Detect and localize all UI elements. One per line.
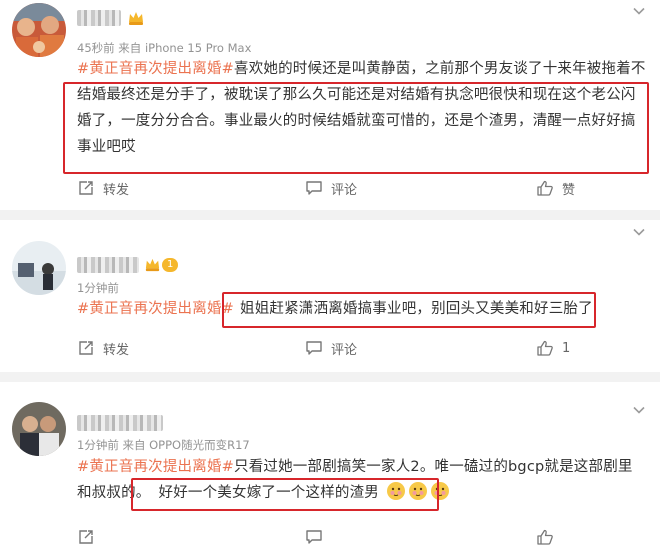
repost-icon: [79, 181, 93, 195]
avatar[interactable]: [12, 241, 66, 295]
action-bar: 转发 评论 赞: [0, 176, 660, 200]
blush-emoji-icon: [386, 482, 405, 500]
like-count: 1: [562, 340, 571, 356]
hashtag-link[interactable]: #黄正音再次提出离婚#: [77, 61, 234, 77]
separator: [0, 372, 660, 382]
emoji-group: [379, 482, 450, 501]
comment-body-highlighted: 好好一个美女嫁了一个这样的渣男: [158, 485, 379, 501]
username[interactable]: [77, 415, 163, 431]
comment-body: 姐姐赶紧潇洒离婚搞事业吧，别回头又美美和好三胎了: [240, 301, 593, 317]
repost-button[interactable]: 转发: [77, 176, 129, 200]
separator: [0, 210, 660, 220]
repost-icon: [79, 341, 93, 355]
repost-button[interactable]: 转发: [77, 336, 129, 360]
comment-text: #黄正音再次提出离婚#喜欢她的时候还是叫黄静茵，之前那个男友谈了十来年被拖着不结…: [77, 56, 649, 160]
username[interactable]: [77, 257, 139, 273]
action-bar: [0, 525, 660, 549]
username[interactable]: [77, 10, 121, 26]
comment-text: #黄正音再次提出离婚# 姐姐赶紧潇洒离婚搞事业吧，别回头又美美和好三胎了: [77, 296, 647, 322]
repost-icon: [79, 530, 93, 544]
avatar[interactable]: [12, 402, 66, 456]
post-meta: 45秒前 来自 iPhone 15 Pro Max: [77, 41, 252, 55]
comment-card-1: 45秒前 来自 iPhone 15 Pro Max #黄正音再次提出离婚#喜欢她…: [0, 0, 660, 210]
like-button[interactable]: 赞: [536, 176, 575, 200]
vip-crown-icon: [127, 9, 145, 31]
level-number: 1: [162, 257, 179, 272]
blush-emoji-icon: [430, 482, 449, 500]
comment-button[interactable]: 评论: [305, 336, 357, 360]
repost-label: 转发: [103, 182, 130, 198]
comment-button[interactable]: 评论: [305, 176, 357, 200]
avatar[interactable]: [12, 3, 66, 57]
hashtag-link[interactable]: #黄正音再次提出离婚#: [77, 459, 234, 475]
action-bar: 转发 评论 1: [0, 336, 660, 360]
crown-icon: [145, 258, 160, 272]
thumbs-up-icon: [537, 180, 553, 196]
like-button[interactable]: [536, 525, 554, 549]
comment-label: 评论: [331, 342, 358, 358]
comment-card-2: 1 1分钟前 #黄正音再次提出离婚# 姐姐赶紧潇洒离婚搞事业吧，别回头又美美和好三…: [0, 220, 660, 372]
like-label: 赞: [562, 182, 576, 198]
post-meta: 1分钟前 来自 OPPO随光而变R17: [77, 438, 250, 452]
repost-label: 转发: [103, 342, 130, 358]
comment-card-3: 1分钟前 来自 OPPO随光而变R17 #黄正音再次提出离婚#只看过她一部剧搞笑…: [0, 382, 660, 551]
comment-icon: [306, 530, 322, 544]
chevron-down-icon[interactable]: [632, 3, 646, 17]
chevron-down-icon[interactable]: [632, 224, 646, 238]
thumbs-up-icon: [537, 529, 553, 545]
blush-emoji-icon: [408, 482, 427, 500]
level-badge: 1: [144, 256, 179, 273]
comment-text: #黄正音再次提出离婚#只看过她一部剧搞笑一家人2。唯一磕过的bgcp就是这部剧里…: [77, 454, 647, 506]
comment-label: 评论: [331, 182, 358, 198]
like-button[interactable]: 1: [536, 336, 570, 360]
post-meta: 1分钟前: [77, 281, 119, 295]
hashtag-link[interactable]: #黄正音再次提出离婚#: [77, 301, 234, 317]
repost-button[interactable]: [77, 525, 95, 549]
thumbs-up-icon: [537, 340, 553, 356]
comment-button[interactable]: [305, 525, 323, 549]
comment-icon: [306, 341, 322, 355]
chevron-down-icon[interactable]: [632, 402, 646, 416]
comment-icon: [306, 181, 322, 195]
